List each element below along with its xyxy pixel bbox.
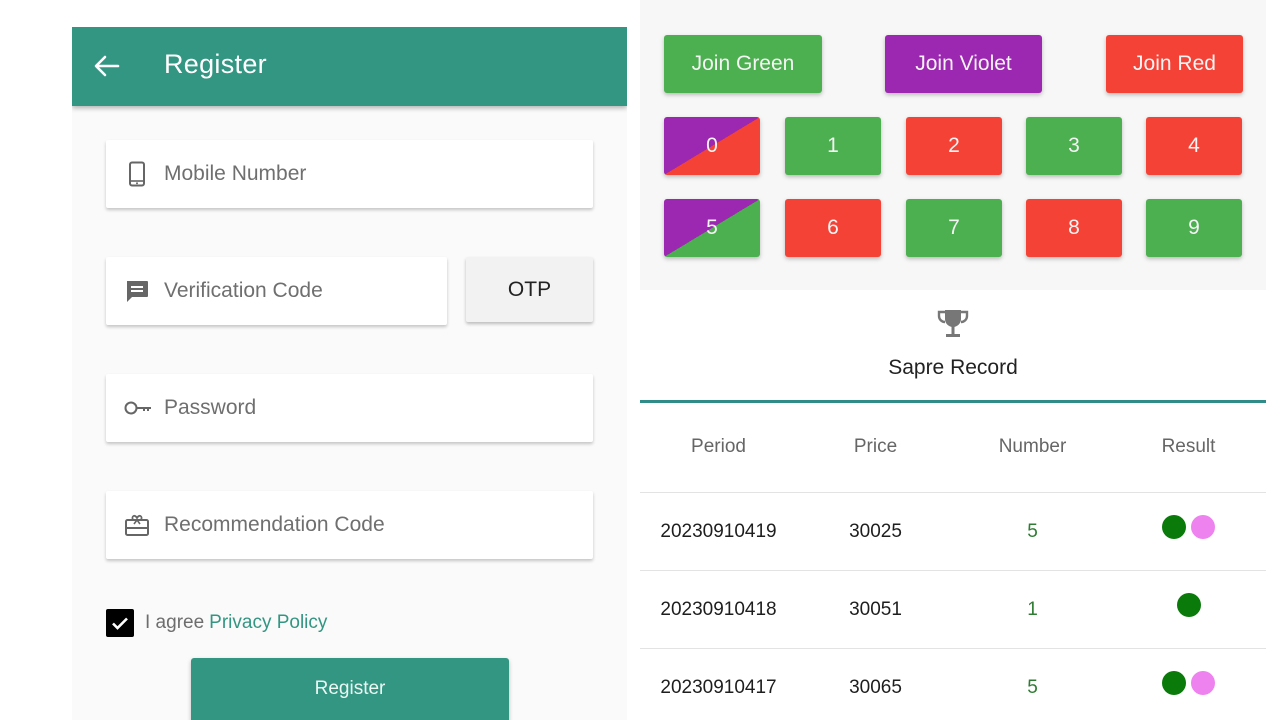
join-green-button[interactable]: Join Green xyxy=(664,35,822,93)
join-red-button[interactable]: Join Red xyxy=(1106,35,1243,93)
number-button-9[interactable]: 9 xyxy=(1146,199,1242,257)
recommendation-code-input[interactable] xyxy=(164,491,583,559)
number-cell: 5 xyxy=(1027,520,1038,542)
table-row: 20230910419 30025 5 xyxy=(640,493,1266,571)
key-icon xyxy=(124,395,151,421)
message-icon xyxy=(124,278,150,304)
number-cell: 1 xyxy=(1027,598,1038,620)
result-dot xyxy=(1162,670,1186,695)
app-bar: Register xyxy=(72,27,627,106)
price-cell: 30065 xyxy=(849,676,902,698)
number-button-0[interactable]: 0 xyxy=(664,117,760,175)
col-period: Period xyxy=(691,435,746,457)
table-row: 20230910417 30065 5 xyxy=(640,649,1266,720)
record-title: Sapre Record xyxy=(888,356,1018,379)
betting-area: Join Green Join Violet Join Red 01234 567… xyxy=(640,0,1266,290)
result-dot xyxy=(1176,592,1201,617)
table-body: 20230910419 30025 5 20230910418 30051 1 202309… xyxy=(640,493,1266,720)
privacy-policy-link[interactable]: Privacy Policy xyxy=(209,612,327,634)
record-table: Period Price Number Result 20230910419 30… xyxy=(640,403,1266,720)
password-field[interactable] xyxy=(106,374,593,442)
table-header: Period Price Number Result xyxy=(640,403,1266,493)
gift-card-icon xyxy=(124,512,150,538)
number-button-5[interactable]: 5 xyxy=(664,199,760,257)
checkmark-icon xyxy=(112,617,128,630)
period-cell: 20230910417 xyxy=(660,676,777,698)
price-cell: 30025 xyxy=(849,520,902,542)
number-button-4[interactable]: 4 xyxy=(1146,117,1242,175)
result-cell xyxy=(1111,670,1266,695)
join-violet-button[interactable]: Join Violet xyxy=(885,35,1042,93)
agree-row: I agree Privacy Policy xyxy=(106,609,327,637)
register-button[interactable]: Register xyxy=(191,658,509,720)
mobile-number-input[interactable] xyxy=(164,140,583,208)
verification-code-input[interactable] xyxy=(164,257,437,325)
phone-icon xyxy=(124,161,150,187)
verification-code-field[interactable] xyxy=(106,257,447,325)
back-arrow-icon[interactable] xyxy=(92,51,122,81)
result-dot xyxy=(1191,670,1215,695)
table-row: 20230910418 30051 1 xyxy=(640,571,1266,649)
period-cell: 20230910419 xyxy=(660,520,777,542)
page-title: Register xyxy=(164,49,267,79)
number-button-7[interactable]: 7 xyxy=(906,199,1002,257)
result-cell xyxy=(1111,514,1266,539)
game-screen: Join Green Join Violet Join Red 01234567… xyxy=(640,0,1280,720)
period-cell: 20230910418 xyxy=(660,598,777,620)
number-button-1[interactable]: 1 xyxy=(785,117,881,175)
mobile-number-field[interactable] xyxy=(106,140,593,208)
col-result: Result xyxy=(1161,435,1216,457)
number-cell: 5 xyxy=(1027,676,1038,698)
number-button-3[interactable]: 3 xyxy=(1026,117,1122,175)
password-input[interactable] xyxy=(164,374,583,442)
agree-checkbox[interactable] xyxy=(106,609,134,637)
agree-label: I agree xyxy=(145,612,205,633)
register-screen: Register OTP I agree Privacy Policy Regi… xyxy=(72,27,627,720)
recommendation-code-field[interactable] xyxy=(106,491,593,559)
col-price: Price xyxy=(853,435,898,457)
result-dot xyxy=(1162,514,1186,539)
result-dot xyxy=(1191,514,1215,539)
number-button-2[interactable]: 2 xyxy=(906,117,1002,175)
number-button-6[interactable]: 6 xyxy=(785,199,881,257)
col-number: Number xyxy=(998,435,1067,457)
number-button-8[interactable]: 8 xyxy=(1026,199,1122,257)
trophy-icon xyxy=(936,307,970,341)
price-cell: 30051 xyxy=(849,598,902,620)
result-cell xyxy=(1111,592,1266,617)
otp-button[interactable]: OTP xyxy=(466,257,593,322)
